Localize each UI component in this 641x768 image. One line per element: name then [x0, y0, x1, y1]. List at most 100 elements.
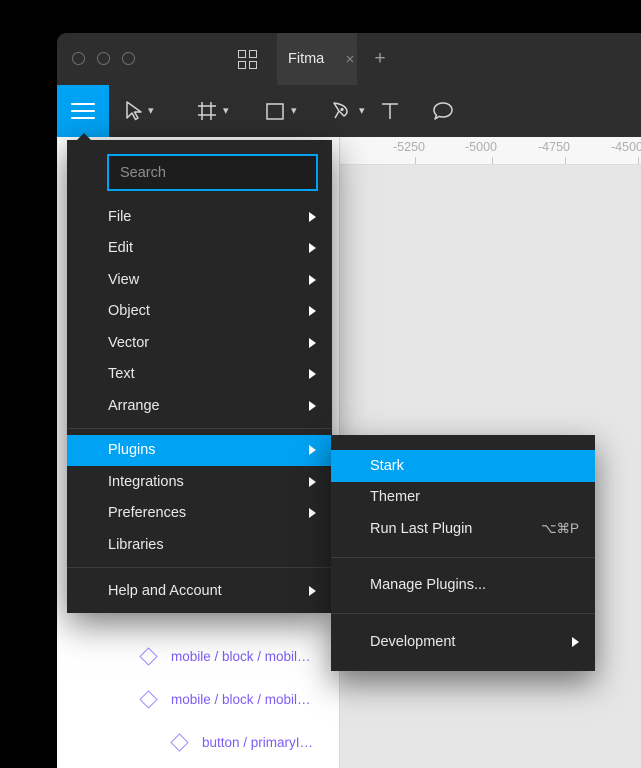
component-diamond-icon: [139, 690, 157, 708]
caret-right-icon: [309, 586, 316, 596]
menu-item-arrange[interactable]: Arrange: [67, 390, 332, 422]
list-item[interactable]: mobile / block / mobil…: [57, 637, 340, 675]
pen-icon: [330, 100, 354, 122]
caret-right-icon: [309, 306, 316, 316]
move-tool[interactable]: ▾: [123, 85, 154, 137]
toolbar: ▾ ▾ ▾: [57, 85, 641, 137]
search-field[interactable]: [107, 154, 318, 191]
ruler-tick-mark: [565, 157, 566, 164]
caret-right-icon: [309, 369, 316, 379]
menu-item-label: Plugins: [108, 442, 309, 458]
menu-item-label: Help and Account: [108, 583, 309, 599]
menu-item-label: Preferences: [108, 505, 309, 521]
ruler-tick-mark: [492, 157, 493, 164]
grid-icon: [238, 50, 257, 69]
menu-item-label: View: [108, 272, 309, 288]
menu-item-plugins[interactable]: Plugins: [67, 435, 332, 467]
caret-right-icon: [309, 401, 316, 411]
menu-item-label: Libraries: [108, 537, 316, 553]
menu-item-help-and-account[interactable]: Help and Account: [67, 574, 332, 608]
submenu-item-stark[interactable]: Stark: [331, 450, 595, 482]
menu-item-label: Edit: [108, 240, 309, 256]
cursor-arrow-icon: [123, 100, 143, 122]
submenu-item-themer[interactable]: Themer: [331, 482, 595, 514]
maximize-window-button[interactable]: [122, 52, 135, 65]
submenu-item-label: Development: [370, 634, 572, 650]
text-tool[interactable]: [379, 85, 401, 137]
tab-label: Fitma: [288, 51, 324, 67]
comment-tool[interactable]: [431, 85, 455, 137]
pen-tool[interactable]: ▾: [330, 85, 365, 137]
component-diamond-icon: [139, 647, 157, 665]
list-item[interactable]: mobile / block / mobil…: [57, 680, 340, 718]
submenu-item-label: Stark: [370, 458, 579, 474]
caret-right-icon: [309, 243, 316, 253]
ruler-tick-label: -4750: [538, 140, 570, 154]
menu-item-edit[interactable]: Edit: [67, 233, 332, 265]
title-bar: Fitma × +: [57, 33, 641, 85]
caret-right-icon: [572, 637, 579, 647]
submenu-item-label: Run Last Plugin: [370, 521, 527, 537]
submenu-item-label: Themer: [370, 489, 579, 505]
menu-item-label: Arrange: [108, 398, 309, 414]
menu-divider: [331, 557, 595, 558]
submenu-item-development[interactable]: Development: [331, 626, 595, 658]
menu-item-file[interactable]: File: [67, 201, 332, 233]
chevron-down-icon: ▾: [148, 106, 154, 117]
menu-item-label: Integrations: [108, 474, 309, 490]
grid-view-button[interactable]: [217, 33, 277, 85]
menu-divider: [67, 428, 332, 429]
menu-item-libraries[interactable]: Libraries: [67, 529, 332, 561]
minimize-window-button[interactable]: [97, 52, 110, 65]
close-window-button[interactable]: [72, 52, 85, 65]
menu-item-label: Vector: [108, 335, 309, 351]
frame-icon: [196, 100, 218, 122]
caret-right-icon: [309, 445, 316, 455]
chevron-down-icon: ▾: [359, 106, 365, 117]
menu-divider: [67, 567, 332, 568]
layer-label: mobile / block / mobil…: [171, 692, 311, 707]
menu-item-integrations[interactable]: Integrations: [67, 466, 332, 498]
main-menu-button[interactable]: [57, 85, 109, 137]
submenu-item-manage-plugins[interactable]: Manage Plugins...: [331, 570, 595, 602]
main-dropdown-menu: File Edit View Object Vector Text Arrang…: [67, 140, 332, 613]
shape-tool[interactable]: ▾: [264, 85, 297, 137]
hamburger-menu-icon: [71, 98, 95, 124]
frame-tool[interactable]: ▾: [196, 85, 229, 137]
new-tab-icon[interactable]: +: [362, 33, 398, 85]
shortcut-label: ⌥⌘P: [541, 521, 579, 537]
component-diamond-icon: [170, 733, 188, 751]
ruler-tick-label: -5250: [393, 140, 425, 154]
plugins-submenu: Stark Themer Run Last Plugin ⌥⌘P Manage …: [331, 435, 595, 671]
caret-right-icon: [309, 275, 316, 285]
menu-pointer-arrow: [76, 133, 92, 141]
caret-right-icon: [309, 508, 316, 518]
submenu-item-run-last-plugin[interactable]: Run Last Plugin ⌥⌘P: [331, 513, 595, 545]
screen-root: Fitma × + ▾: [0, 0, 641, 768]
speech-bubble-icon: [431, 100, 455, 122]
menu-item-view[interactable]: View: [67, 264, 332, 296]
menu-item-object[interactable]: Object: [67, 296, 332, 328]
menu-item-vector[interactable]: Vector: [67, 327, 332, 359]
ruler-tick-label: -5000: [465, 140, 497, 154]
caret-right-icon: [309, 212, 316, 222]
menu-item-label: Text: [108, 366, 309, 382]
list-item[interactable]: button / primaryI…: [57, 723, 340, 761]
search-input[interactable]: [118, 164, 309, 182]
submenu-item-label: Manage Plugins...: [370, 577, 579, 593]
menu-item-label: File: [108, 209, 309, 225]
menu-item-text[interactable]: Text: [67, 359, 332, 391]
window-controls: [72, 52, 135, 65]
rectangle-icon: [264, 100, 286, 122]
caret-right-icon: [309, 338, 316, 348]
chevron-down-icon: ▾: [291, 106, 297, 117]
text-t-icon: [379, 100, 401, 122]
menu-item-preferences[interactable]: Preferences: [67, 498, 332, 530]
ruler-tick-mark: [415, 157, 416, 164]
layer-label: button / primaryI…: [202, 735, 313, 750]
menu-divider: [331, 613, 595, 614]
ruler-tick-label: -4500: [611, 140, 641, 154]
menu-item-label: Object: [108, 303, 309, 319]
chevron-down-icon: ▾: [223, 106, 229, 117]
close-icon[interactable]: ×: [337, 33, 363, 85]
